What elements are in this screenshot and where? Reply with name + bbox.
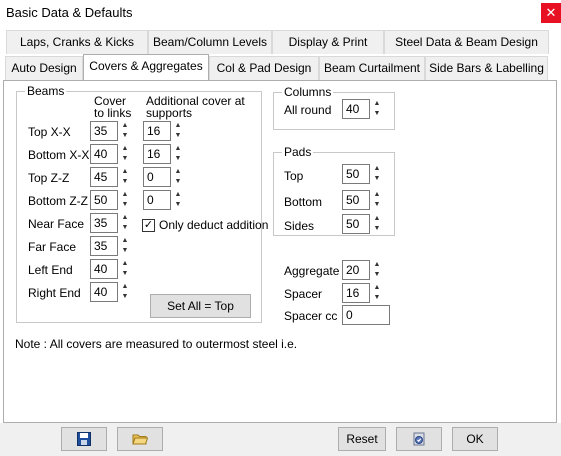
save-icon [77, 432, 91, 446]
cover-to-links-header-line2: to links [94, 106, 132, 120]
pad-top-input[interactable]: 50 [342, 164, 370, 184]
row-label-right-end: Right End [28, 286, 81, 300]
additional-bottom-xx-spinner[interactable]: ▲ ▼ [172, 144, 184, 164]
cover-near-face-spinner[interactable]: ▲ ▼ [119, 213, 131, 233]
covers-aggregates-panel: Beams Cover to links Additional cover at… [3, 80, 557, 423]
pad-top-spinner[interactable]: ▲ ▼ [371, 164, 383, 184]
tab-steel-data-beam-design[interactable]: Steel Data & Beam Design [384, 30, 549, 54]
aggregate-input[interactable]: 20 [342, 260, 370, 280]
open-button[interactable] [117, 427, 163, 451]
covers-note: Note : All covers are measured to outerm… [15, 337, 298, 351]
tab-beam-column-levels[interactable]: Beam/Column Levels [148, 30, 272, 54]
pads-group-title: Pads [282, 145, 314, 159]
row-label-near-face: Near Face [28, 217, 85, 231]
apply-button[interactable] [396, 427, 442, 451]
pad-top-label: Top [284, 169, 304, 183]
cover-far-face-spinner[interactable]: ▲ ▼ [119, 236, 131, 256]
additional-top-xx-input[interactable]: 16 [143, 121, 171, 141]
row-label-far-face: Far Face [28, 240, 77, 254]
additional-top-zz-input[interactable]: 0 [143, 167, 171, 187]
dialog-footer: Reset OK [0, 423, 561, 456]
tab-auto-design[interactable]: Auto Design [5, 56, 83, 80]
row-label-top-xx: Top X-X [28, 125, 71, 139]
cover-bottom-xx-spinner[interactable]: ▲ ▼ [119, 144, 131, 164]
pad-sides-spinner[interactable]: ▲ ▼ [371, 214, 383, 234]
spacer-label: Spacer [284, 287, 323, 301]
cover-bottom-xx-input[interactable]: 40 [90, 144, 118, 164]
aggregate-spinner[interactable]: ▲ ▼ [371, 260, 383, 280]
only-deduct-addition-checkbox[interactable]: ✓ [142, 219, 155, 232]
additional-bottom-zz-input[interactable]: 0 [143, 190, 171, 210]
row-label-bottom-xx: Bottom X-X [28, 148, 90, 162]
save-button[interactable] [61, 427, 107, 451]
row-label-bottom-zz: Bottom Z-Z [28, 194, 89, 208]
beams-group-title: Beams [25, 84, 67, 98]
cover-far-face-input[interactable]: 35 [90, 236, 118, 256]
cover-top-xx-spinner[interactable]: ▲ ▼ [119, 121, 131, 141]
tab-col-pad-design[interactable]: Col & Pad Design [209, 56, 319, 80]
cover-bottom-zz-spinner[interactable]: ▲ ▼ [119, 190, 131, 210]
reset-button[interactable]: Reset [338, 427, 386, 451]
cover-top-xx-input[interactable]: 35 [90, 121, 118, 141]
cover-bottom-zz-input[interactable]: 50 [90, 190, 118, 210]
all-round-label: All round [284, 103, 332, 117]
window-title: Basic Data & Defaults [6, 5, 133, 20]
aggregate-label: Aggregate [284, 264, 340, 278]
spacer-cc-input[interactable]: 0 [342, 305, 390, 325]
spacer-spinner[interactable]: ▲ ▼ [371, 283, 383, 303]
spacer-input[interactable]: 16 [342, 283, 370, 303]
tab-laps-cranks-kicks[interactable]: Laps, Cranks & Kicks [6, 30, 148, 54]
additional-bottom-zz-spinner[interactable]: ▲ ▼ [172, 190, 184, 210]
additional-bottom-xx-input[interactable]: 16 [143, 144, 171, 164]
additional-cover-header-line2: supports [146, 106, 193, 120]
only-deduct-addition-label: Only deduct addition [159, 218, 269, 232]
pad-bottom-label: Bottom [284, 195, 323, 209]
tab-side-bars-labelling[interactable]: Side Bars & Labelling [425, 56, 548, 80]
apply-icon [413, 432, 425, 446]
tab-covers-aggregates[interactable]: Covers & Aggregates [83, 54, 209, 80]
cover-right-end-input[interactable]: 40 [90, 282, 118, 302]
cover-right-end-spinner[interactable]: ▲ ▼ [119, 282, 131, 302]
row-label-left-end: Left End [28, 263, 73, 277]
spacer-cc-label: Spacer cc [284, 309, 338, 323]
column-all-round-spinner[interactable]: ▲ ▼ [371, 99, 383, 119]
ok-button[interactable]: OK [452, 427, 498, 451]
set-all-top-button[interactable]: Set All = Top [150, 294, 251, 318]
pad-bottom-input[interactable]: 50 [342, 190, 370, 210]
additional-top-zz-spinner[interactable]: ▲ ▼ [172, 167, 184, 187]
additional-top-xx-spinner[interactable]: ▲ ▼ [172, 121, 184, 141]
open-folder-icon [132, 434, 148, 445]
cover-top-zz-spinner[interactable]: ▲ ▼ [119, 167, 131, 187]
columns-group-title: Columns [282, 85, 334, 99]
pad-bottom-spinner[interactable]: ▲ ▼ [371, 190, 383, 210]
tab-display-print[interactable]: Display & Print [272, 30, 384, 54]
cover-left-end-input[interactable]: 40 [90, 259, 118, 279]
title-bar: Basic Data & Defaults ✕ [0, 0, 561, 26]
column-all-round-input[interactable]: 40 [342, 99, 370, 119]
pad-sides-label: Sides [284, 219, 315, 233]
close-button[interactable]: ✕ [541, 3, 561, 23]
row-label-top-zz: Top Z-Z [28, 171, 70, 185]
cover-top-zz-input[interactable]: 45 [90, 167, 118, 187]
tab-beam-curtailment[interactable]: Beam Curtailment [319, 56, 425, 80]
pad-sides-input[interactable]: 50 [342, 214, 370, 234]
cover-near-face-input[interactable]: 35 [90, 213, 118, 233]
cover-left-end-spinner[interactable]: ▲ ▼ [119, 259, 131, 279]
